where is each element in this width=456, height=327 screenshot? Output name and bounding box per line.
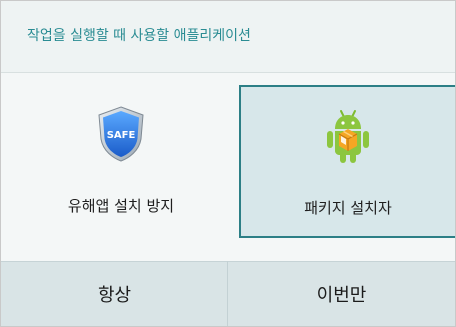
app-list: SAFE 유해앱 설치 방지 패키지 설치자 (1, 73, 455, 261)
dialog-title: 작업을 실행할 때 사용할 애플리케이션 (27, 28, 251, 44)
app-option-package-installer[interactable]: 패키지 설치자 (239, 85, 455, 238)
always-button[interactable]: 항상 (1, 261, 228, 326)
app-chooser-dialog: 작업을 실행할 때 사용할 애플리케이션 SAFE 유해앱 설치 방지 패키지 … (0, 0, 456, 327)
app-label: 패키지 설치자 (304, 199, 392, 217)
app-label: 유해앱 설치 방지 (67, 197, 175, 215)
safe-shield-icon: SAFE (98, 106, 144, 162)
just-once-button[interactable]: 이번만 (228, 261, 455, 326)
android-package-installer-icon (327, 110, 369, 163)
action-buttons: 항상 이번만 (1, 261, 455, 326)
app-option-harmful-app-blocker[interactable]: SAFE 유해앱 설치 방지 (11, 85, 231, 238)
dialog-title-bar: 작업을 실행할 때 사용할 애플리케이션 (1, 1, 455, 73)
safe-icon-text: SAFE (107, 130, 136, 141)
